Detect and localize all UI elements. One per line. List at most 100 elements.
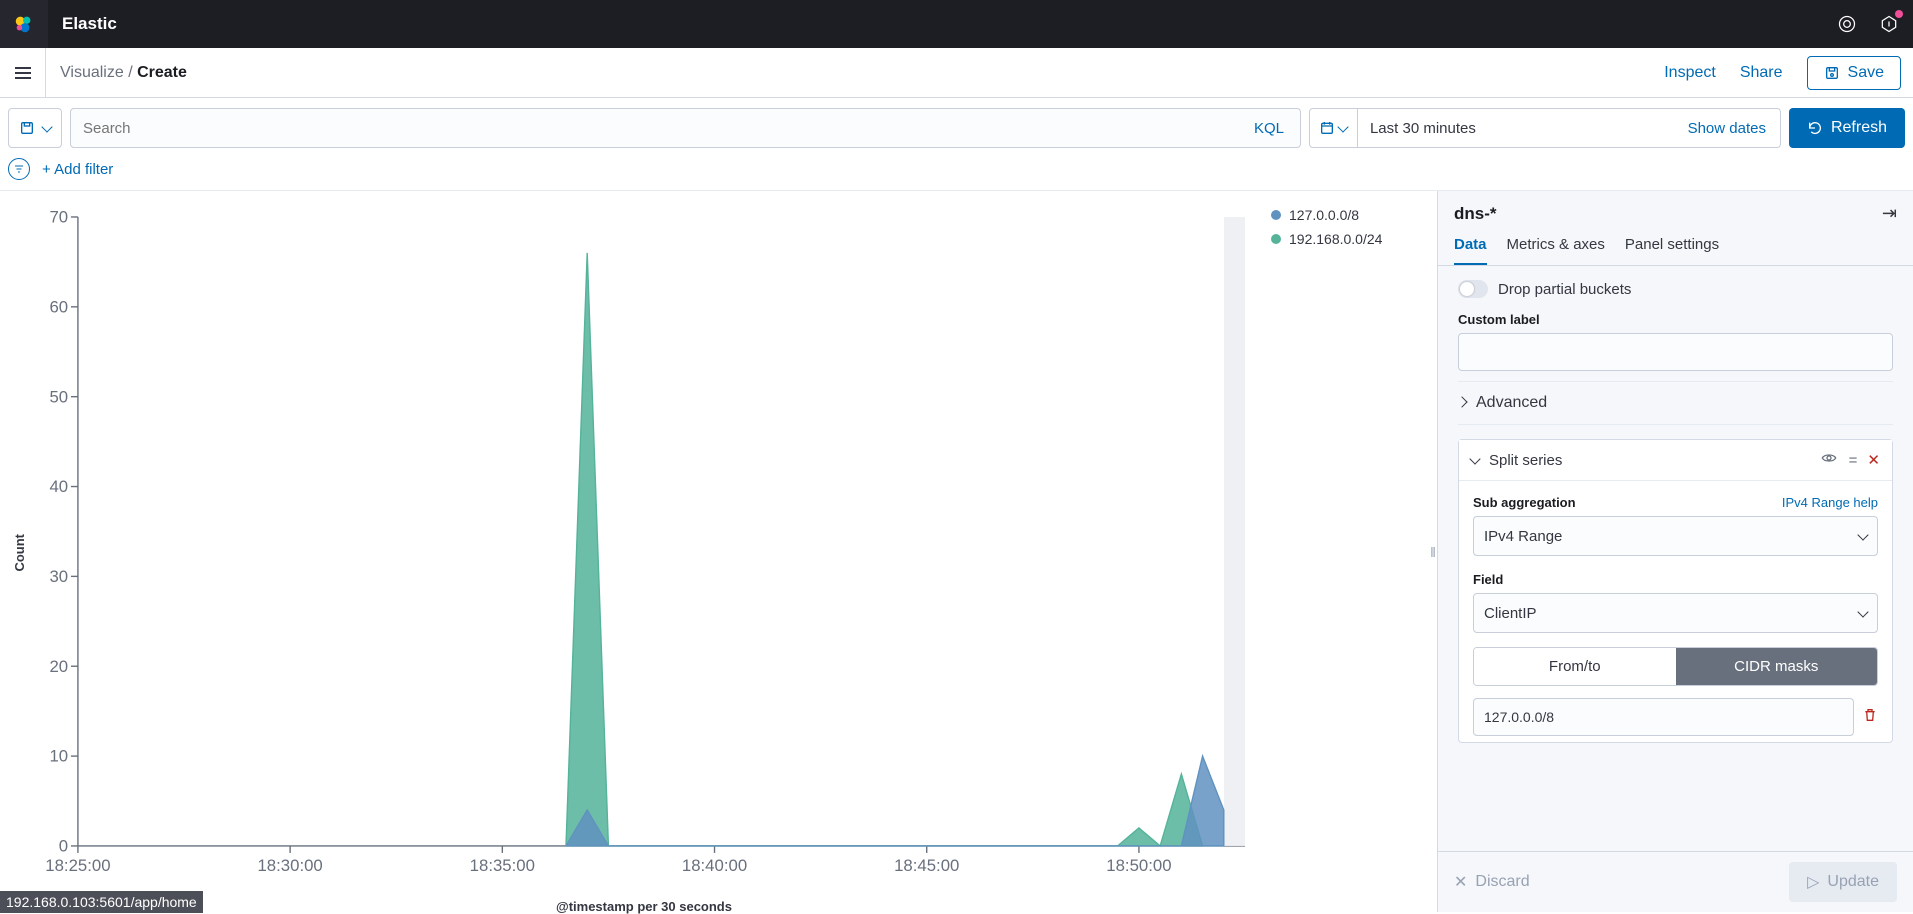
remove-icon[interactable]: ✕ <box>1867 451 1880 469</box>
range-mode-fromto[interactable]: From/to <box>1474 648 1676 685</box>
global-header: Elastic <box>0 0 1913 48</box>
kql-toggle[interactable]: KQL <box>1238 109 1300 147</box>
help-icon[interactable] <box>1877 12 1901 36</box>
status-url: 192.168.0.103:5601/app/home <box>0 891 203 913</box>
svg-text:0: 0 <box>59 837 68 856</box>
chevron-down-icon <box>1857 529 1868 540</box>
app-bar: Visualize / Create Inspect Share Save <box>0 48 1913 98</box>
breadcrumb-current: Create <box>137 64 187 81</box>
search-group: KQL <box>70 108 1301 148</box>
cidr-row <box>1473 698 1878 736</box>
resize-handle[interactable]: ‖ <box>1429 191 1437 912</box>
refresh-icon <box>1807 120 1823 136</box>
newsfeed-icon[interactable] <box>1835 12 1859 36</box>
nav-toggle[interactable] <box>0 48 46 97</box>
time-picker: Last 30 minutes Show dates <box>1309 108 1781 148</box>
editor-panel: dns-* ⇥ Data Metrics & axes Panel settin… <box>1437 191 1913 912</box>
drag-icon[interactable]: = <box>1849 452 1856 469</box>
notification-dot <box>1895 10 1903 18</box>
chevron-down-icon <box>1857 606 1868 617</box>
show-dates-link[interactable]: Show dates <box>1674 109 1780 147</box>
panel-header: dns-* ⇥ <box>1438 191 1913 224</box>
update-label: Update <box>1827 873 1879 891</box>
tab-panel-settings[interactable]: Panel settings <box>1625 236 1719 265</box>
trash-icon[interactable] <box>1862 707 1878 728</box>
chart-legend: 127.0.0.0/8 192.168.0.0/24 <box>1259 203 1419 902</box>
app-bar-left: Visualize / Create <box>0 48 187 97</box>
search-input[interactable] <box>71 109 1238 147</box>
inspect-link[interactable]: Inspect <box>1664 64 1716 82</box>
sub-agg-label: Sub aggregation <box>1473 495 1576 510</box>
drop-partial-switch[interactable] <box>1458 280 1488 298</box>
collapse-panel-icon[interactable]: ⇥ <box>1882 203 1897 224</box>
breadcrumb: Visualize / Create <box>60 64 187 82</box>
legend-swatch <box>1271 234 1281 244</box>
svg-text:20: 20 <box>49 657 68 676</box>
svg-text:18:35:00: 18:35:00 <box>470 856 535 875</box>
range-mode-cidr[interactable]: CIDR masks <box>1676 648 1878 685</box>
field-value: ClientIP <box>1484 605 1537 622</box>
field-select[interactable]: ClientIP <box>1473 593 1878 633</box>
cidr-input[interactable] <box>1473 698 1854 736</box>
update-button[interactable]: ▷ Update <box>1789 862 1897 902</box>
svg-text:70: 70 <box>49 208 68 227</box>
play-icon: ▷ <box>1807 872 1819 892</box>
drop-partial-row: Drop partial buckets <box>1458 280 1893 298</box>
filter-bar: + Add filter <box>0 154 1913 191</box>
svg-text:30: 30 <box>49 567 68 586</box>
split-series-card: Split series = ✕ Sub aggregation IPv4 Ra… <box>1458 439 1893 743</box>
add-filter-link[interactable]: + Add filter <box>42 161 113 178</box>
svg-text:10: 10 <box>49 747 68 766</box>
svg-text:18:50:00: 18:50:00 <box>1106 856 1171 875</box>
eye-icon[interactable] <box>1821 450 1837 470</box>
panel-footer: ✕ Discard ▷ Update <box>1438 851 1913 912</box>
tab-metrics-axes[interactable]: Metrics & axes <box>1507 236 1605 265</box>
split-series-header[interactable]: Split series = ✕ <box>1459 440 1892 481</box>
main-area: Count 010203040506070 18:25:0018:30:0018… <box>0 191 1913 912</box>
legend-item[interactable]: 127.0.0.0/8 <box>1271 207 1419 223</box>
panel-tabs: Data Metrics & axes Panel settings <box>1438 224 1913 266</box>
breadcrumb-parent[interactable]: Visualize <box>60 64 124 81</box>
saved-query-menu[interactable] <box>8 108 62 148</box>
advanced-toggle[interactable]: Advanced <box>1458 381 1893 425</box>
filter-options-icon[interactable] <box>8 158 30 180</box>
query-bar: KQL Last 30 minutes Show dates Refresh <box>0 98 1913 154</box>
legend-label: 127.0.0.0/8 <box>1289 207 1359 223</box>
chart-pane: Count 010203040506070 18:25:0018:30:0018… <box>0 191 1429 912</box>
disk-icon <box>19 120 35 136</box>
chart-container: 010203040506070 18:25:0018:30:0018:35:00… <box>29 203 1259 902</box>
drop-partial-label: Drop partial buckets <box>1498 281 1631 298</box>
calendar-icon <box>1319 120 1335 136</box>
close-icon: ✕ <box>1454 872 1467 892</box>
share-link[interactable]: Share <box>1740 64 1783 82</box>
sub-agg-help-link[interactable]: IPv4 Range help <box>1782 495 1878 510</box>
area-chart: 010203040506070 18:25:0018:30:0018:35:00… <box>29 203 1259 888</box>
chevron-down-icon <box>1469 453 1480 464</box>
refresh-button[interactable]: Refresh <box>1789 108 1905 148</box>
field-label: Field <box>1473 572 1878 587</box>
svg-text:40: 40 <box>49 477 68 496</box>
discard-button[interactable]: ✕ Discard <box>1454 872 1530 892</box>
legend-item[interactable]: 192.168.0.0/24 <box>1271 231 1419 247</box>
tab-data[interactable]: Data <box>1454 236 1487 265</box>
save-icon <box>1824 65 1840 81</box>
header-left: Elastic <box>0 0 117 48</box>
hamburger-icon <box>15 67 31 79</box>
save-button[interactable]: Save <box>1807 56 1901 90</box>
index-pattern-title: dns-* <box>1454 204 1497 224</box>
svg-text:18:40:00: 18:40:00 <box>682 856 747 875</box>
svg-text:60: 60 <box>49 297 68 316</box>
custom-label-input[interactable] <box>1458 333 1893 371</box>
sub-agg-select[interactable]: IPv4 Range <box>1473 516 1878 556</box>
svg-text:18:30:00: 18:30:00 <box>257 856 322 875</box>
range-mode-toggle: From/to CIDR masks <box>1473 647 1878 686</box>
elastic-logo[interactable] <box>0 0 48 48</box>
time-range-text[interactable]: Last 30 minutes <box>1358 109 1674 147</box>
chevron-right-icon <box>1456 396 1467 407</box>
header-right <box>1835 12 1901 36</box>
elastic-logo-icon <box>13 13 35 35</box>
app-bar-right: Inspect Share Save <box>1664 56 1901 90</box>
split-series-title: Split series <box>1489 452 1562 469</box>
custom-label-label: Custom label <box>1458 312 1893 327</box>
calendar-button[interactable] <box>1310 109 1358 147</box>
